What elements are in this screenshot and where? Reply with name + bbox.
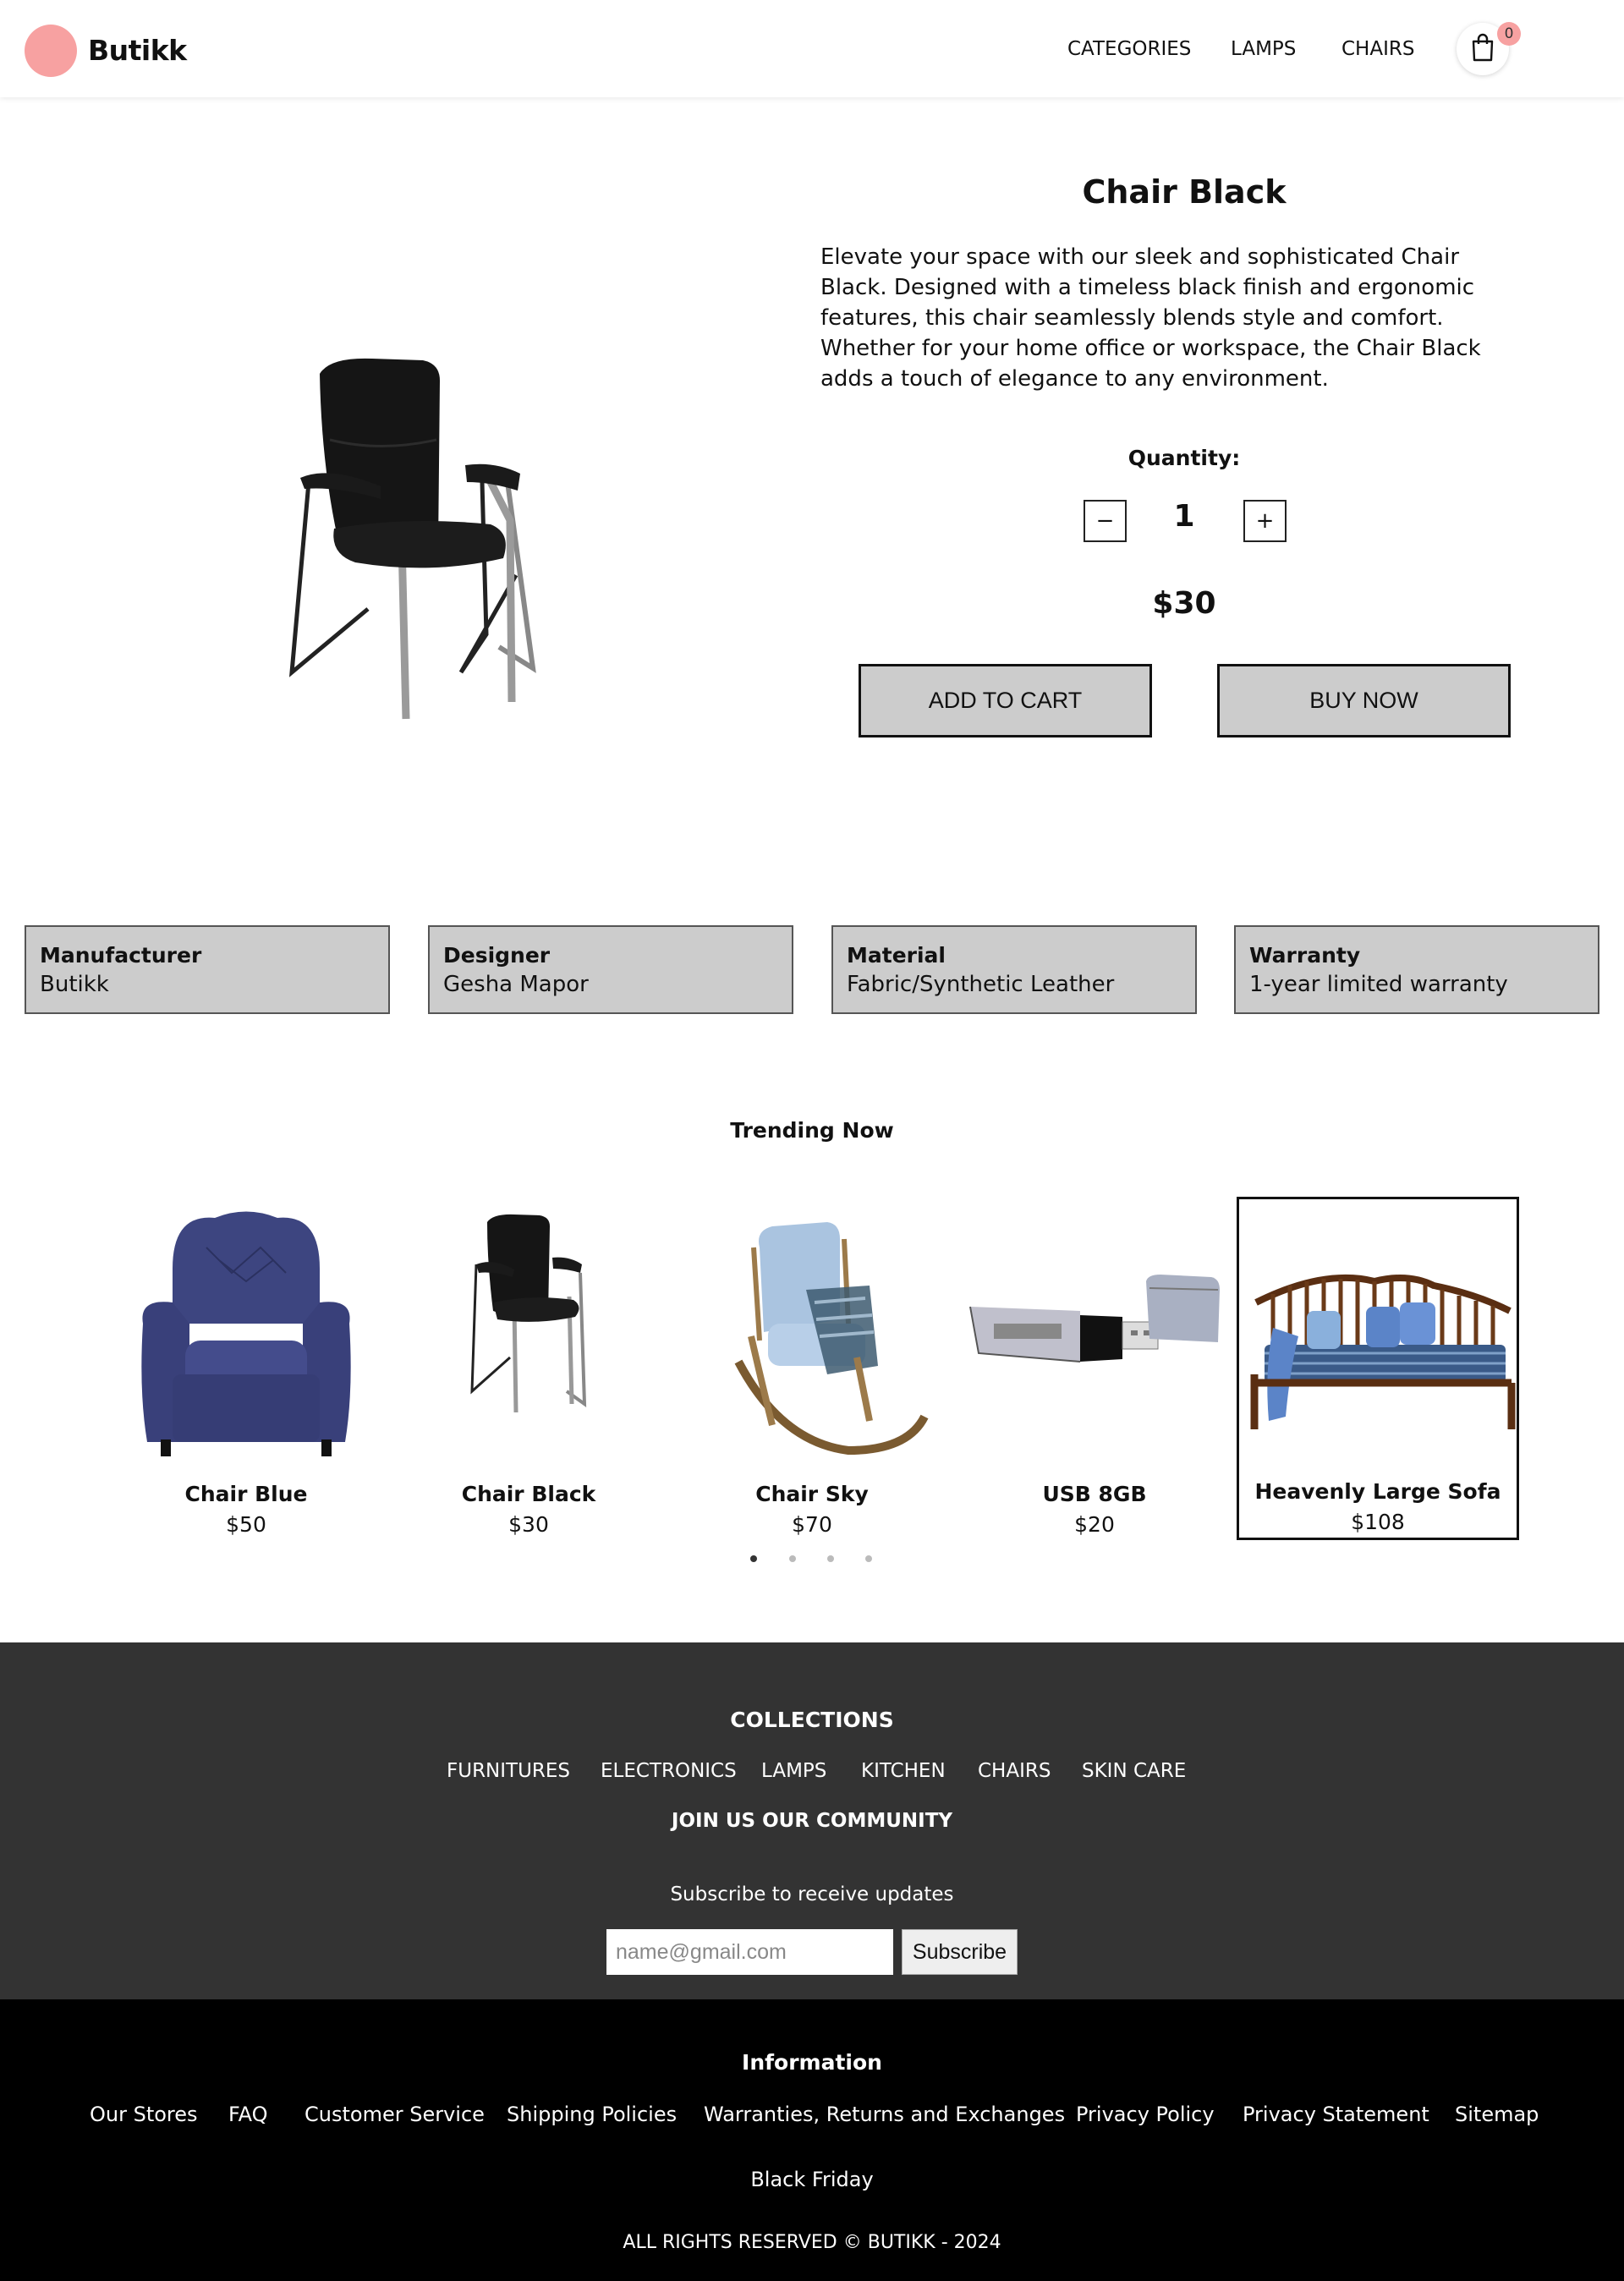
logo-text[interactable]: Butikk: [88, 34, 187, 67]
trending-title: Trending Now: [730, 1118, 894, 1143]
spec-warranty: Warranty 1-year limited warranty: [1234, 925, 1599, 1014]
card-price: $108: [1351, 1510, 1405, 1534]
shopping-bag-icon: [1472, 33, 1494, 62]
email-input[interactable]: [606, 1929, 893, 1975]
buy-now-button[interactable]: BUY NOW: [1217, 664, 1511, 737]
carousel-dot[interactable]: [865, 1555, 872, 1562]
trending-card-heavenly-large-sofa[interactable]: Heavenly Large Sofa $108: [1237, 1197, 1519, 1540]
footer-link-shipping-policies[interactable]: Shipping Policies: [507, 2103, 677, 2126]
subscribe-button[interactable]: Subscribe: [902, 1929, 1018, 1975]
product-price: $30: [1152, 586, 1216, 621]
collection-link-kitchen[interactable]: KITCHEN: [861, 1760, 946, 1782]
information-title: Information: [742, 2050, 882, 2075]
spec-label: Designer: [443, 943, 551, 968]
card-name: Chair Sky: [755, 1482, 869, 1506]
spec-value: Fabric/Synthetic Leather: [847, 972, 1115, 997]
quantity-label: Quantity:: [1127, 446, 1241, 470]
cart-count-badge: 0: [1497, 22, 1521, 46]
spec-material: Material Fabric/Synthetic Leather: [831, 925, 1197, 1014]
footer-link-privacy-statement[interactable]: Privacy Statement: [1243, 2103, 1429, 2126]
footer-link-sitemap[interactable]: Sitemap: [1455, 2103, 1539, 2126]
collection-link-skin-care[interactable]: SKIN CARE: [1082, 1760, 1186, 1782]
logo-icon[interactable]: [25, 25, 77, 77]
community-footer: COLLECTIONS FURNITURES ELECTRONICS LAMPS…: [0, 1642, 1624, 1999]
spec-manufacturer: Manufacturer Butikk: [25, 925, 390, 1014]
site-header: Butikk CATEGORIES LAMPS CHAIRS 0: [0, 0, 1624, 97]
increment-button[interactable]: +: [1243, 500, 1287, 542]
spec-value: 1-year limited warranty: [1249, 972, 1508, 997]
product-image: [734, 1222, 929, 1456]
product-image: [288, 358, 536, 720]
footer-link-privacy-policy[interactable]: Privacy Policy: [1076, 2103, 1215, 2126]
collection-link-chairs[interactable]: CHAIRS: [978, 1760, 1051, 1782]
footer-link-faq[interactable]: FAQ: [228, 2103, 268, 2126]
decrement-button[interactable]: −: [1084, 500, 1127, 542]
add-to-cart-button[interactable]: ADD TO CART: [859, 664, 1152, 737]
trending-card-usb-8gb[interactable]: USB 8GB $20: [953, 1197, 1236, 1540]
footer-link-our-stores[interactable]: Our Stores: [90, 2103, 198, 2126]
trending-card-chair-black[interactable]: Chair Black $30: [387, 1197, 670, 1540]
spec-label: Warranty: [1249, 943, 1361, 968]
card-name: Heavenly Large Sofa: [1254, 1479, 1501, 1504]
nav-categories[interactable]: CATEGORIES: [1067, 38, 1191, 60]
spec-label: Material: [847, 943, 946, 968]
card-name: Chair Blue: [184, 1482, 308, 1506]
product-description: Elevate your space with our sleek and so…: [820, 244, 1481, 392]
nav-chairs[interactable]: CHAIRS: [1341, 38, 1414, 60]
spec-label: Manufacturer: [40, 943, 202, 968]
carousel-dot[interactable]: [789, 1555, 796, 1562]
spec-value: Gesha Mapor: [443, 972, 589, 997]
collection-link-lamps[interactable]: LAMPS: [761, 1760, 826, 1782]
card-name: Chair Black: [461, 1482, 596, 1506]
carousel-dot[interactable]: [827, 1555, 834, 1562]
card-price: $50: [226, 1512, 266, 1537]
footer-link-customer-service[interactable]: Customer Service: [304, 2103, 485, 2126]
black-friday-link[interactable]: Black Friday: [0, 2168, 1624, 2191]
collection-link-electronics[interactable]: ELECTRONICS: [601, 1760, 737, 1782]
quantity-value: 1: [1173, 499, 1195, 534]
nav-lamps[interactable]: LAMPS: [1231, 38, 1296, 60]
product-title: Chair Black: [1082, 173, 1287, 211]
product-image: [1250, 1274, 1516, 1429]
collection-link-furnitures[interactable]: FURNITURES: [447, 1760, 570, 1782]
card-name: USB 8GB: [1042, 1482, 1147, 1506]
trending-card-chair-sky[interactable]: Chair Sky $70: [671, 1197, 953, 1540]
subscribe-text: Subscribe to receive updates: [670, 1883, 954, 1905]
product-image: [141, 1211, 351, 1456]
card-price: $70: [792, 1512, 832, 1537]
information-footer: Information Our Stores FAQ Customer Serv…: [0, 1999, 1624, 2281]
card-price: $30: [508, 1512, 549, 1537]
card-price: $20: [1074, 1512, 1115, 1537]
copyright-text: ALL RIGHTS RESERVED © BUTIKK - 2024: [623, 2232, 1001, 2253]
footer-link-warranties[interactable]: Warranties, Returns and Exchanges: [704, 2103, 1065, 2126]
trending-card-chair-blue[interactable]: Chair Blue $50: [105, 1197, 387, 1540]
spec-designer: Designer Gesha Mapor: [428, 925, 793, 1014]
spec-value: Butikk: [40, 972, 109, 997]
collections-title: COLLECTIONS: [730, 1708, 894, 1732]
join-community-title: JOIN US OUR COMMUNITY: [671, 1810, 953, 1832]
carousel-dot[interactable]: [750, 1555, 757, 1562]
product-image: [470, 1214, 587, 1413]
product-image: [969, 1275, 1220, 1363]
